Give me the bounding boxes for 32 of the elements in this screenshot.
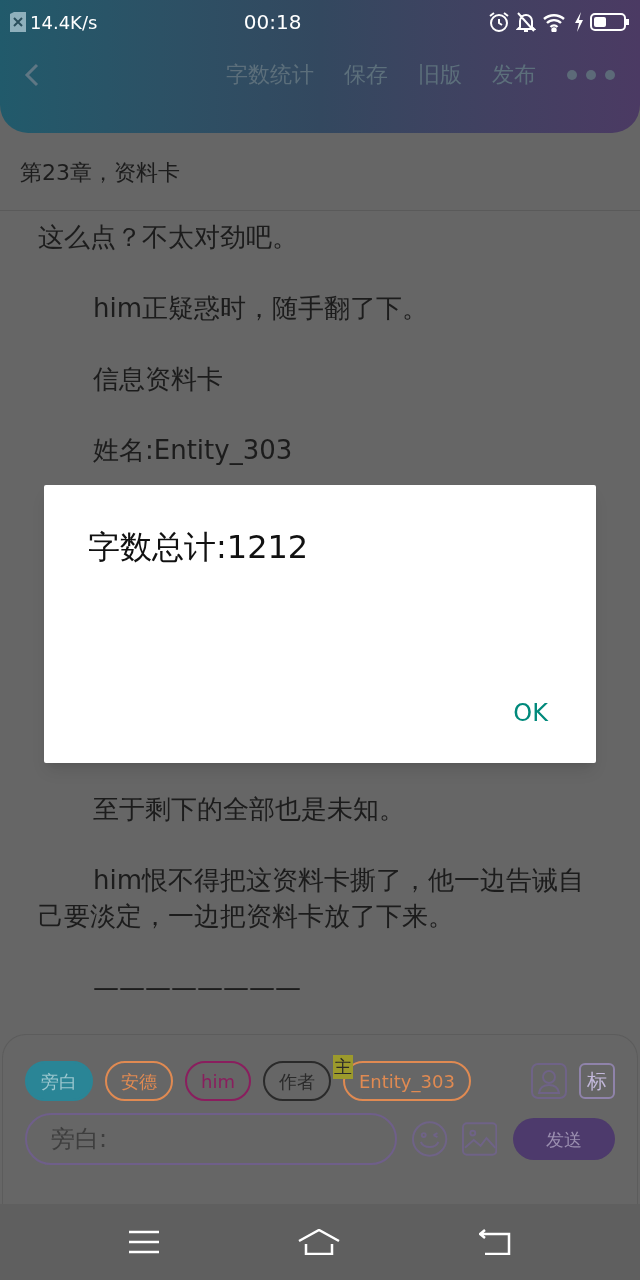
dialog-message: 字数总计:1212 <box>88 527 310 568</box>
home-icon[interactable] <box>298 1229 340 1255</box>
image-icon[interactable] <box>461 1122 498 1156</box>
main-badge: 主 <box>332 1055 353 1079</box>
paragraph: him恨不得把这资料卡撕了，他一边告诫自己要淡定，一边把资料卡放了下来。 <box>38 864 586 933</box>
bell-off-icon <box>516 11 536 33</box>
contact-card-icon[interactable] <box>531 1063 567 1099</box>
emoji-icon[interactable] <box>410 1120 448 1158</box>
clock: 00:18 <box>242 9 303 36</box>
tag-button[interactable]: 标 <box>579 1063 615 1099</box>
speaker-chip[interactable]: 安德 <box>105 1061 173 1101</box>
speaker-chip[interactable]: 旁白 <box>25 1061 93 1101</box>
speaker-chip[interactable]: 作者 <box>262 1061 331 1101</box>
network-speed: 14.4K/s <box>30 10 98 35</box>
paragraph: 至于剩下的全部也是未知。 <box>92 793 406 826</box>
paragraph: him正疑惑时，随手翻了下。 <box>92 292 430 325</box>
menu-icon[interactable] <box>129 1230 160 1254</box>
charging-icon <box>574 12 584 32</box>
paragraph: ———————— <box>92 971 302 1004</box>
ok-button[interactable]: OK <box>509 695 552 731</box>
chapter-title: 第23章，资料卡 <box>20 159 180 187</box>
sim-icon <box>10 12 26 32</box>
more-icon[interactable] <box>566 68 616 81</box>
alarm-icon <box>488 11 510 33</box>
back-nav-icon[interactable] <box>478 1229 511 1255</box>
paragraph: 信息资料卡 <box>92 363 224 396</box>
paragraph: 这么点？不太对劲吧。 <box>38 221 299 254</box>
speaker-chip[interactable]: him <box>185 1061 251 1101</box>
battery-icon <box>590 12 630 32</box>
send-button[interactable]: 发送 <box>513 1118 615 1160</box>
back-icon[interactable] <box>24 61 40 88</box>
paragraph: 姓名:Entity_303 <box>92 434 294 467</box>
